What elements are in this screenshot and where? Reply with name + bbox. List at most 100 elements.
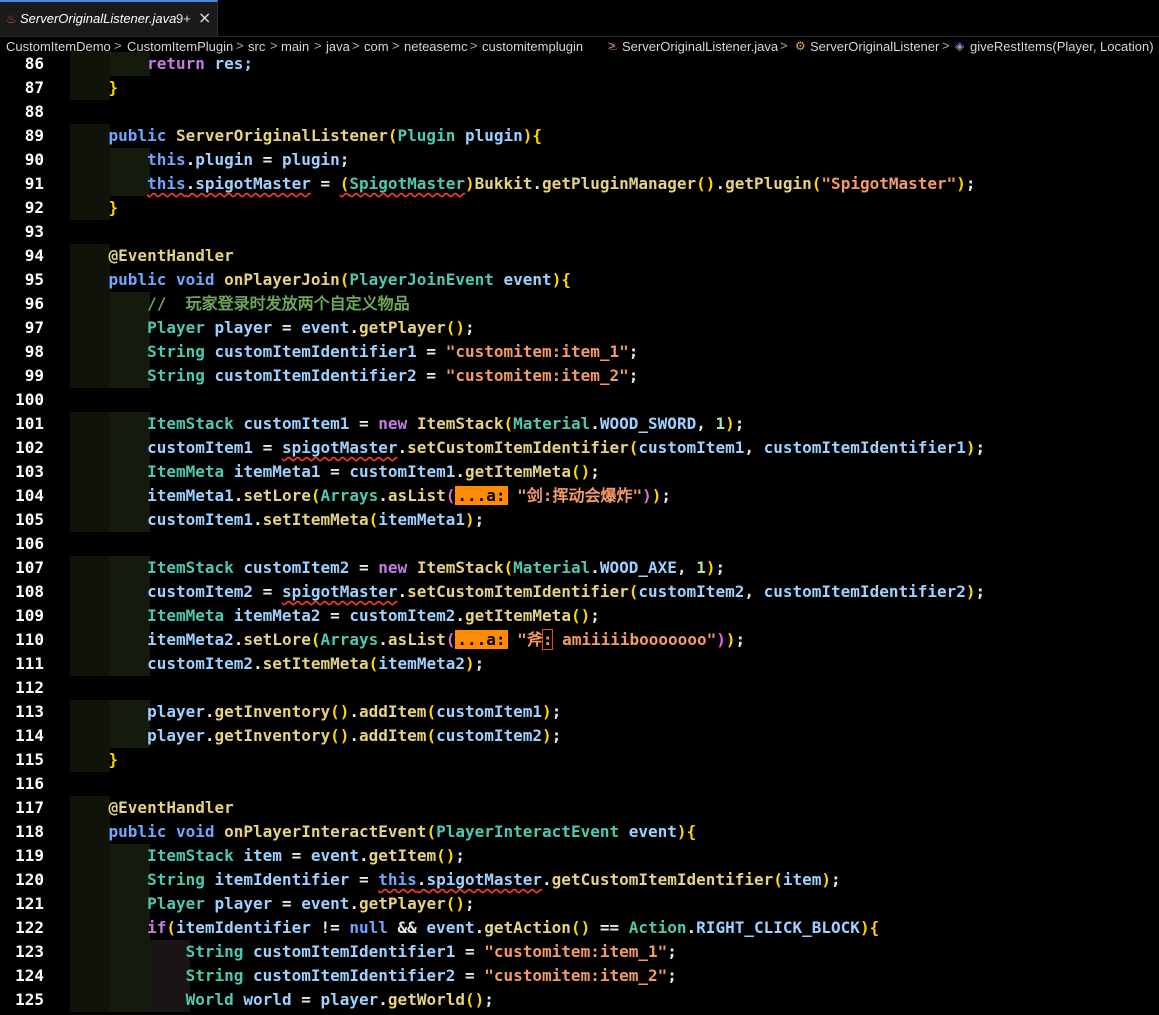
code-punct: .: [397, 438, 408, 457]
code-line[interactable]: 123 String customItemIdentifier1 = "cust…: [0, 940, 1159, 964]
code-token: ;: [464, 318, 475, 337]
code-line[interactable]: 94 @EventHandler: [0, 244, 1159, 268]
code-token: =: [310, 174, 340, 193]
code-line[interactable]: 117 @EventHandler: [0, 796, 1159, 820]
java-file-icon: ♨: [608, 39, 619, 53]
code-line[interactable]: 92 }: [0, 196, 1159, 220]
code-line[interactable]: 86 return res;: [0, 52, 1159, 76]
code-line[interactable]: 103 ItemMeta itemMeta1 = customItem1.get…: [0, 460, 1159, 484]
code-line[interactable]: 111 customItem2.setItemMeta(itemMeta2);: [0, 652, 1159, 676]
code-punct: .: [378, 990, 388, 1009]
code-line[interactable]: 91 this.spigotMaster = (SpigotMaster)Buk…: [0, 172, 1159, 196]
code-line[interactable]: 104 itemMeta1.setLore(Arrays.asList(...a…: [0, 484, 1159, 508]
code-line[interactable]: 110 itemMeta2.setLore(Arrays.asList(...a…: [0, 628, 1159, 652]
code-token: customItem1: [436, 702, 543, 721]
code-line[interactable]: 115 }: [0, 748, 1159, 772]
code-line[interactable]: 99 String customItemIdentifier2 = "custo…: [0, 364, 1159, 388]
code-punct: [407, 558, 417, 577]
code-line[interactable]: 119 ItemStack item = event.getItem();: [0, 844, 1159, 868]
code-line[interactable]: 88: [0, 100, 1159, 124]
code-line[interactable]: 95 public void onPlayerJoin(PlayerJoinEv…: [0, 268, 1159, 292]
code-token: =: [253, 150, 282, 169]
code-line[interactable]: 125 World world = player.getWorld();: [0, 988, 1159, 1012]
code-punct: .: [185, 174, 196, 193]
code-token: ;: [667, 966, 677, 985]
parameter-hint[interactable]: ...a:: [455, 630, 508, 649]
code-line[interactable]: 113 player.getInventory().addItem(custom…: [0, 700, 1159, 724]
code-line[interactable]: 106: [0, 532, 1159, 556]
close-icon[interactable]: ×: [198, 8, 211, 27]
code-line[interactable]: 105 customItem1.setItemMeta(itemMeta1);: [0, 508, 1159, 532]
code-token: public: [108, 126, 167, 145]
editor-tab[interactable]: ♨ ServerOriginalListener.java 9+ ×: [0, 0, 218, 36]
code-line[interactable]: 112: [0, 676, 1159, 700]
line-number: 124: [15, 966, 44, 985]
code-token: ;: [455, 846, 465, 865]
code-line[interactable]: 122 if(itemIdentifier != null && event.g…: [0, 916, 1159, 940]
code-token: customItemIdentifier2: [253, 966, 456, 985]
line-number: 98: [24, 342, 44, 361]
code-punct: ): [464, 510, 475, 529]
code-punct: (: [503, 414, 514, 433]
code-punct: ): [965, 582, 976, 601]
code-token: player: [320, 990, 379, 1009]
code-line[interactable]: 120 String itemIdentifier = this.spigotM…: [0, 868, 1159, 892]
code-text: customItem1.setItemMeta(itemMeta1);: [70, 508, 484, 532]
code-token: ItemStack: [416, 558, 504, 577]
code-line[interactable]: 100: [0, 388, 1159, 412]
parameter-hint[interactable]: ...a:: [455, 486, 508, 505]
code-line[interactable]: 93: [0, 220, 1159, 244]
code-token: Bukkit: [474, 174, 533, 193]
code-token: Arrays: [320, 486, 379, 505]
code-punct: [455, 126, 465, 145]
code-line[interactable]: 97 Player player = event.getPlayer();: [0, 316, 1159, 340]
code-token: ItemMeta: [147, 462, 225, 481]
code-editor[interactable]: 86 return res; 87 } 88 89 public ServerOrig…: [0, 52, 1159, 1015]
code-line[interactable]: 109 ItemMeta itemMeta2 = customItem2.get…: [0, 604, 1159, 628]
code-text: }: [70, 76, 119, 100]
code-line[interactable]: 107 ItemStack customItem2 = new ItemStac…: [0, 556, 1159, 580]
code-line[interactable]: 98 String customItemIdentifier1 = "custo…: [0, 340, 1159, 364]
code-line[interactable]: 102 customItem1 = spigotMaster.setCustom…: [0, 436, 1159, 460]
code-text: ItemMeta itemMeta2 = customItem2.getItem…: [70, 604, 600, 628]
code-token: player: [214, 318, 273, 337]
code-punct: ,: [676, 558, 697, 577]
code-token: =: [455, 942, 485, 961]
code-token: itemMeta1: [378, 510, 465, 529]
code-token: =: [272, 894, 302, 913]
code-line[interactable]: 114 player.getInventory().addItem(custom…: [0, 724, 1159, 748]
code-punct: (): [570, 918, 591, 937]
code-token: setLore: [243, 486, 311, 505]
code-line[interactable]: 89 public ServerOriginalListener(Plugin …: [0, 124, 1159, 148]
code-punct: ): [464, 654, 475, 673]
line-number: 106: [15, 534, 44, 553]
code-token: amiiiiibooooooo": [552, 630, 717, 649]
line-number: 92: [24, 198, 44, 217]
code-token: SpigotMaster: [349, 174, 465, 193]
chevron-right-icon: >: [114, 38, 122, 53]
code-token: &&: [387, 918, 427, 937]
code-token: customItemIdentifier1: [253, 942, 456, 961]
code-line[interactable]: 87 }: [0, 76, 1159, 100]
code-token: setCustomItemIdentifier: [407, 582, 629, 601]
code-line[interactable]: 116: [0, 772, 1159, 796]
code-line[interactable]: 90 this.plugin = plugin;: [0, 148, 1159, 172]
code-line[interactable]: 101 ItemStack customItem1 = new ItemStac…: [0, 412, 1159, 436]
code-token: String: [185, 942, 244, 961]
code-line[interactable]: 124 String customItemIdentifier2 = "cust…: [0, 964, 1159, 988]
code-line[interactable]: 96 // 玩家登录时发放两个自定义物品: [0, 292, 1159, 316]
code-punct: ): [725, 630, 736, 649]
line-number: 95: [24, 270, 44, 289]
java-file-icon: ♨: [6, 12, 17, 26]
code-token: @EventHandler: [108, 798, 234, 817]
code-line[interactable]: 108 customItem2 = spigotMaster.setCustom…: [0, 580, 1159, 604]
code-text: String customItemIdentifier2 = "customit…: [70, 364, 638, 388]
code-punct: {: [869, 918, 880, 937]
code-line[interactable]: 118 public void onPlayerInteractEvent(Pl…: [0, 820, 1159, 844]
code-token: event: [301, 318, 350, 337]
code-line[interactable]: 121 Player player = event.getPlayer();: [0, 892, 1159, 916]
code-token: player: [147, 702, 205, 721]
code-punct: (: [628, 438, 639, 457]
